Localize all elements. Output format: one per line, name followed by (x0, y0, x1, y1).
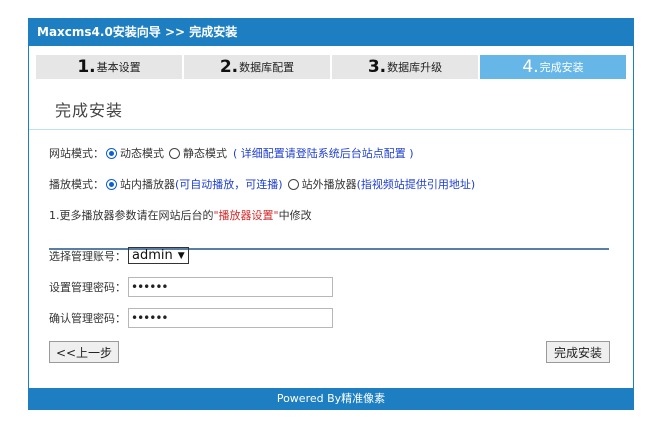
window-title: Maxcms4.0安装向导 >> 完成安装 (29, 19, 633, 46)
player-note: 1.更多播放器参数请在网站后台的 "播放器设置" 中修改 (49, 207, 312, 223)
dynamic-mode-label[interactable]: 动态模式 (120, 145, 164, 161)
step-2-label: 数据库配置 (239, 61, 295, 74)
finish-button[interactable]: 完成安装 (546, 341, 610, 363)
step-4-number: 4. (522, 57, 539, 77)
step-3: 3. 数据库升级 (332, 55, 478, 79)
step-2-number: 2. (219, 57, 239, 77)
note-prefix: 1.更多播放器参数请在网站后台的 (49, 209, 214, 222)
confirm-password-input[interactable]: •••••• (128, 308, 333, 328)
installer-window: Maxcms4.0安装向导 >> 完成安装 1. 基本设置 2. 数据库配置 3… (28, 18, 634, 410)
radio-dynamic-mode[interactable] (106, 147, 117, 159)
internal-player-hint: (可自动播放，可连播) (175, 178, 283, 191)
player-mode-label: 播放模式： (49, 178, 104, 191)
static-mode-label[interactable]: 静态模式 (183, 145, 227, 161)
step-4-label: 完成安装 (539, 61, 584, 74)
password-input[interactable]: •••••• (128, 277, 333, 297)
step-1: 1. 基本设置 (36, 55, 182, 79)
note-highlight: "播放器设置" (213, 209, 279, 222)
step-2: 2. 数据库配置 (184, 55, 330, 79)
radio-static-mode[interactable] (169, 147, 180, 159)
note-suffix: 中修改 (278, 209, 312, 222)
site-mode-hint: ( 详细配置请登陆系统后台站点配置 ) (233, 147, 414, 160)
password-label: 设置管理密码： (49, 281, 126, 294)
step-3-number: 3. (367, 57, 387, 77)
footer: Powered By精准像素 (29, 388, 633, 409)
step-1-label: 基本设置 (96, 61, 141, 74)
admin-account-row: 选择管理账号： admin ▼ (49, 247, 189, 264)
password-row: 设置管理密码： •••••• (49, 277, 333, 297)
chevron-down-icon: ▼ (177, 250, 185, 261)
prev-button[interactable]: <<上一步 (49, 341, 119, 363)
external-player-label[interactable]: 站外播放器 (302, 176, 357, 192)
admin-account-select[interactable]: admin ▼ (128, 247, 189, 264)
confirm-password-label: 确认管理密码： (49, 312, 126, 325)
title-divider (29, 129, 633, 130)
step-bar: 1. 基本设置 2. 数据库配置 3. 数据库升级 4. 完成安装 (36, 55, 626, 79)
site-mode-label: 网站模式： (49, 147, 104, 160)
step-3-label: 数据库升级 (387, 61, 443, 74)
internal-player-label[interactable]: 站内播放器 (120, 176, 175, 192)
radio-external-player[interactable] (287, 178, 299, 190)
confirm-password-row: 确认管理密码： •••••• (49, 308, 333, 328)
site-mode-row: 网站模式： 动态模式 静态模式 ( 详细配置请登陆系统后台站点配置 ) (49, 145, 414, 161)
step-4-active: 4. 完成安装 (480, 55, 626, 79)
external-player-hint: (指视频站提供引用地址) (356, 178, 476, 191)
player-mode-row: 播放模式： 站内播放器 (可自动播放，可连播) 站外播放器 (指视频站提供引用地… (49, 176, 475, 192)
page-title: 完成安装 (55, 101, 124, 120)
step-1-number: 1. (77, 57, 96, 77)
admin-account-label: 选择管理账号： (49, 249, 126, 263)
admin-account-value: admin (132, 248, 173, 263)
radio-internal-player[interactable] (106, 178, 117, 190)
